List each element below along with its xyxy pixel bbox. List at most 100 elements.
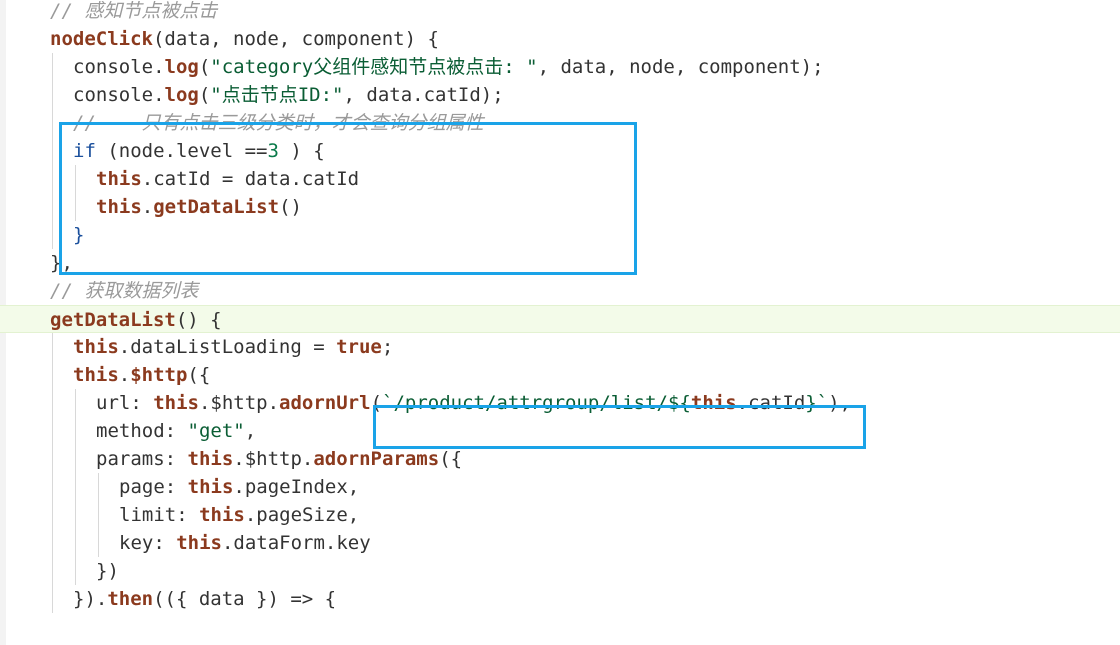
code-line[interactable]: this.dataListLoading = true; [0,333,1120,361]
code-line[interactable]: page: this.pageIndex, [0,473,1120,501]
indent-guide [98,473,99,557]
indent-guide [75,165,76,221]
code-token-default: .catId = data.catId [141,168,360,190]
code-token-function: getDataList [50,309,176,331]
code-token-default: url: [96,392,154,414]
code-token-function: log [164,84,199,106]
code-token-default: ; [381,336,394,358]
code-line-content: }).then(({ data }) => { [73,585,336,613]
code-token-function: adornUrl [279,392,371,414]
code-line-content: url: this.$http.adornUrl(`/product/attrg… [96,389,851,417]
code-token-function: nodeClick [50,28,153,50]
code-token-default: , [244,420,257,442]
code-token-default: .dataForm.key [221,532,371,554]
code-token-default: method: [96,420,188,442]
code-line[interactable]: } [0,221,1120,249]
code-editor[interactable]: // 感知节点被点击 nodeClick(data, node, componen… [0,0,1120,645]
code-token-default: ( [370,392,383,414]
code-line[interactable]: console.log("category父组件感知节点被点击: ", data… [0,53,1120,81]
code-token-function: $http [130,364,188,386]
code-token-function: this [153,392,199,414]
code-token-default: }) [96,560,119,582]
code-line[interactable]: }).then(({ data }) => { [0,585,1120,613]
code-token-default: .$http. [233,448,314,470]
code-line-content: limit: this.pageSize, [119,501,359,529]
code-line-content: method: "get", [96,417,256,445]
code-token-default: (node.level == [95,140,268,162]
code-token-default: ( [198,84,211,106]
code-line-content: getDataList() { [50,306,222,334]
code-token-default: , data.catId); [343,84,504,106]
code-line[interactable]: }, [0,249,1120,277]
code-token-default: }, [50,252,73,274]
code-line-content: } [73,221,84,249]
code-token-string: }` [805,392,829,414]
code-line[interactable]: // 获取数据列表 [0,277,1120,305]
code-token-default: .dataListLoading = [118,336,337,358]
code-token-function: then [107,588,154,610]
code-line[interactable]: console.log("点击节点ID:", data.catId); [0,81,1120,109]
code-token-function: getDataList [153,196,280,218]
code-line[interactable]: method: "get", [0,417,1120,445]
code-line[interactable]: // 感知节点被点击 [0,0,1120,25]
code-line-content: this.catId = data.catId [96,165,359,193]
code-token-string: "category父组件感知节点被点击: " [210,56,538,78]
code-token-default: }). [73,588,108,610]
indent-guide [75,389,76,585]
code-token-keyword: if [73,140,96,162]
code-line[interactable]: this.getDataList() [0,193,1120,221]
code-token-default: limit: [119,504,200,526]
code-line[interactable]: this.catId = data.catId [0,165,1120,193]
code-token-default: ( [198,56,211,78]
code-token-default: page: [119,476,188,498]
code-token-default: ({ [439,448,463,470]
code-line-content: nodeClick(data, node, component) { [50,25,439,53]
code-token-default: . [141,196,154,218]
code-line-content: }) [96,557,119,585]
code-line-content: this.getDataList() [96,193,302,221]
code-line[interactable]: }) [0,557,1120,585]
code-token-default: () { [175,309,222,331]
code-token-default: key: [119,532,177,554]
code-line[interactable]: url: this.$http.adornUrl(`/product/attrg… [0,389,1120,417]
code-token-default: console. [73,56,165,78]
code-token-default: console. [73,84,165,106]
indent-guide [52,333,53,613]
code-token-function: true [336,336,382,358]
code-token-function: this [187,448,234,470]
code-line-active[interactable]: getDataList() { [0,305,1120,333]
code-line[interactable]: nodeClick(data, node, component) { [0,25,1120,53]
code-line-content: // 获取数据列表 [50,277,198,305]
code-line-content: console.log("点击节点ID:", data.catId); [73,81,504,109]
code-line-content: page: this.pageIndex, [119,473,359,501]
code-token-default: ) { [278,140,325,162]
code-token-function: this [176,532,222,554]
code-line-content: if (node.level ==3 ) { [73,137,325,165]
code-token-string: "get" [187,420,245,442]
code-token-default: (({ data }) => { [153,588,337,610]
code-token-function: adornParams [313,448,440,470]
code-line[interactable]: if (node.level ==3 ) { [0,137,1120,165]
code-token-function: this [187,476,234,498]
code-token-default: ), [828,392,852,414]
code-token-comment: // 只有点击三级分类时，才会查询分组属性 [73,112,484,134]
code-token-default: params: [96,448,188,470]
code-token-default: , data, node, component); [537,56,824,78]
code-line[interactable]: limit: this.pageSize, [0,501,1120,529]
code-line[interactable]: key: this.dataForm.key [0,529,1120,557]
code-line-content: key: this.dataForm.key [119,529,371,557]
code-line[interactable]: params: this.$http.adornParams({ [0,445,1120,473]
code-token-comment: // 获取数据列表 [50,280,199,302]
code-token-default: .catId [736,392,806,414]
code-line[interactable]: this.$http({ [0,361,1120,389]
code-line-content: // 感知节点被点击 [50,0,217,25]
code-token-function: log [164,56,199,78]
code-token-function: this [199,504,245,526]
code-token-function: this [96,196,142,218]
code-line-content: params: this.$http.adornParams({ [96,445,462,473]
code-token-default: .pageSize, [244,504,360,526]
code-token-comment: // 感知节点被点击 [50,0,218,22]
code-token-function: this [73,336,119,358]
code-token-function: this [96,168,142,190]
code-line[interactable]: // 只有点击三级分类时，才会查询分组属性 [0,109,1120,137]
